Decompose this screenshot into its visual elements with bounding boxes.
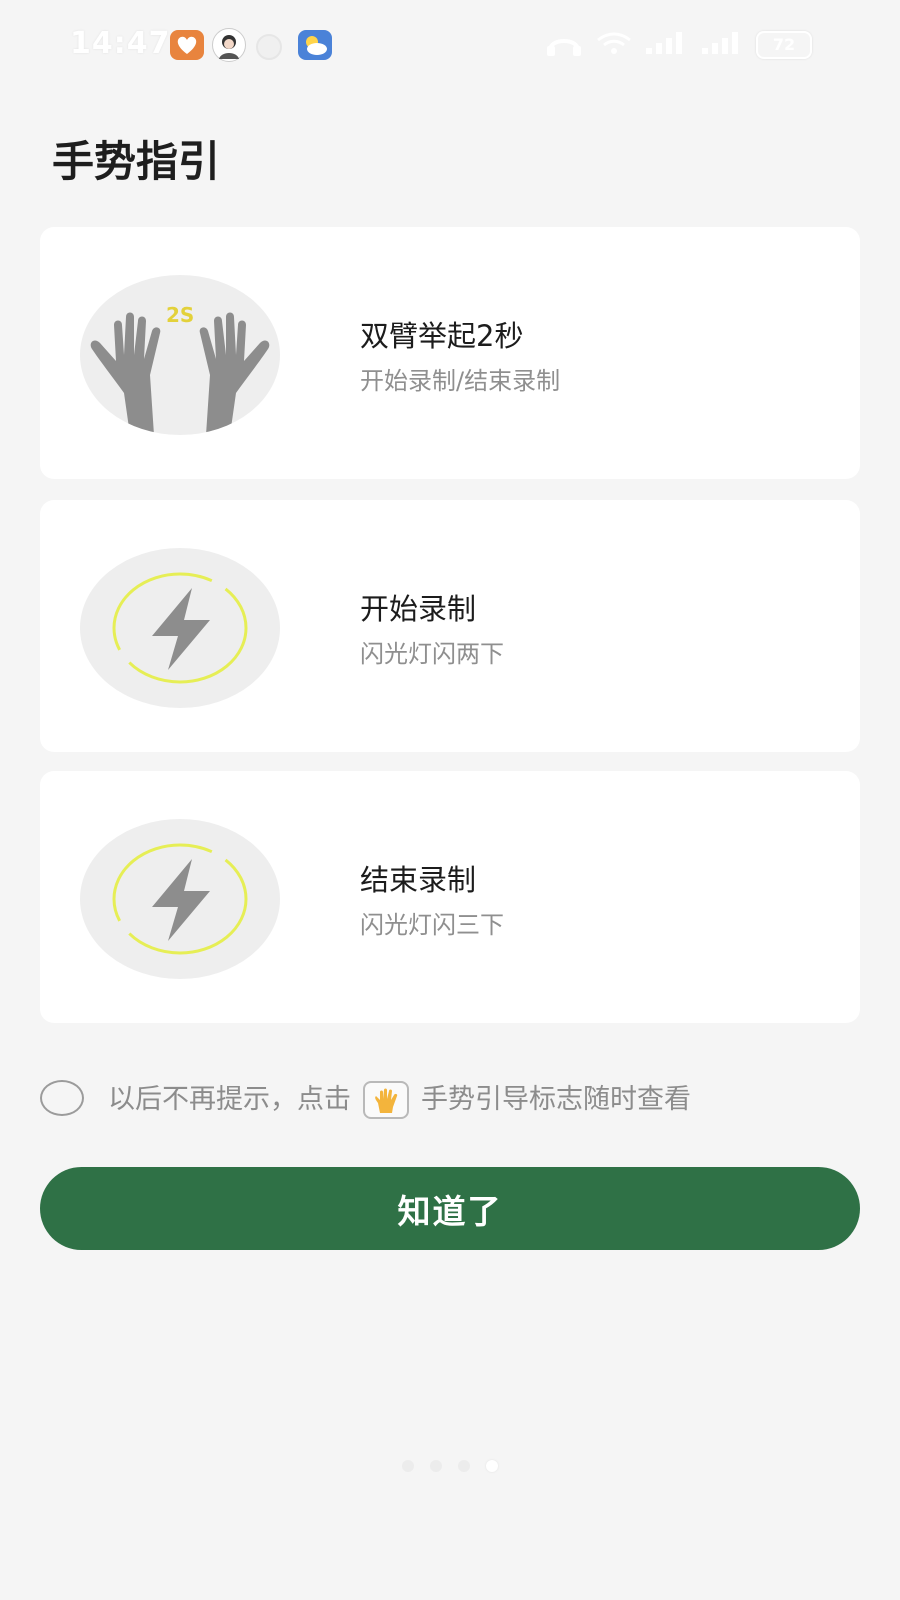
notification-dot-icon <box>256 34 282 60</box>
signal-icon <box>700 30 746 60</box>
card-subtitle: 闪光灯闪两下 <box>360 640 504 668</box>
status-bar: 14:47 72 <box>0 0 900 92</box>
page-title: 手势指引 <box>52 137 221 186</box>
pager-dot <box>402 1460 414 1472</box>
raised-hands-icon: 2S <box>80 275 280 435</box>
card-title: 结束录制 <box>360 863 477 897</box>
dont-show-again-row[interactable]: 以后不再提示，点击 手势引导标志随时查看 <box>40 1075 860 1121</box>
dont-show-again-radio[interactable] <box>40 1080 84 1116</box>
pager-dot <box>430 1460 442 1472</box>
pager-dot-active <box>486 1460 498 1472</box>
card-title: 开始录制 <box>360 592 477 626</box>
hint-text: 以后不再提示，点击 手势引导标志随时查看 <box>108 1077 691 1120</box>
pager-dot <box>458 1460 470 1472</box>
card-subtitle: 闪光灯闪三下 <box>360 911 504 939</box>
duration-badge: 2S <box>166 303 195 327</box>
wifi-icon <box>594 30 634 60</box>
heart-app-icon <box>170 30 204 60</box>
signal-icon <box>644 30 690 60</box>
hint-text-after: 手势引导标志随时查看 <box>421 1083 691 1115</box>
flash-icon <box>80 548 280 708</box>
hand-wave-icon <box>363 1081 409 1120</box>
card-subtitle: 开始录制/结束录制 <box>360 367 561 395</box>
weather-icon <box>298 30 332 60</box>
avatar-icon <box>212 28 246 62</box>
headphones-icon <box>544 30 584 60</box>
gesture-card-stop-recording: 结束录制 闪光灯闪三下 <box>40 771 860 1023</box>
pager-dots <box>0 1460 900 1472</box>
status-time: 14:47 <box>70 26 171 61</box>
hint-text-before: 以后不再提示，点击 <box>108 1083 351 1115</box>
gesture-card-raise-arms: 2S 双臂举起2秒 开始录制/结束录制 <box>40 227 860 479</box>
card-title: 双臂举起2秒 <box>360 319 524 353</box>
gesture-card-start-recording: 开始录制 闪光灯闪两下 <box>40 500 860 752</box>
battery-icon: 72 <box>756 31 812 59</box>
gesture-guide-screen: 14:47 72 手势指引 2S 双臂举起2秒 开始录制/结束录制 开始录制 闪… <box>0 0 900 1600</box>
status-right-cluster: 72 <box>544 30 812 60</box>
flash-icon <box>80 819 280 979</box>
got-it-button[interactable]: 知道了 <box>40 1167 860 1250</box>
